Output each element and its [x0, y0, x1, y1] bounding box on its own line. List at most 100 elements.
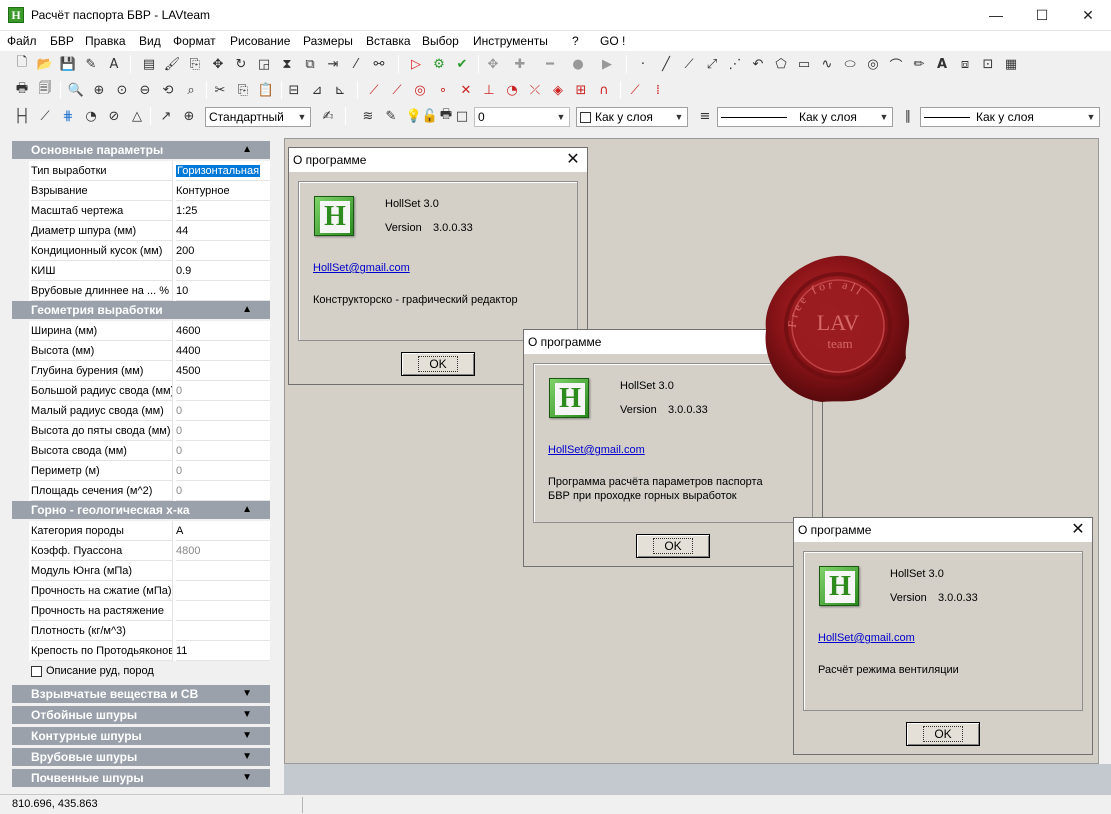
- linetype-select[interactable]: Как у слоя ▼: [717, 107, 893, 127]
- trim-icon[interactable]: ⇥: [323, 54, 343, 74]
- prop-row[interactable]: Прочность на сжатие (мПа): [12, 581, 270, 601]
- multiline-icon[interactable]: ⋰: [725, 54, 745, 74]
- snap-nearest-icon[interactable]: ⤫: [525, 80, 545, 100]
- prop-value[interactable]: 1:25: [176, 201, 270, 221]
- prop-row[interactable]: Кондиционный кусок (мм) 200: [12, 241, 270, 261]
- ellipse-icon[interactable]: ⬭: [840, 54, 860, 74]
- prop-row[interactable]: Крепость по Протодьяконову 11: [12, 641, 270, 661]
- layer-color-square-icon[interactable]: □: [452, 106, 472, 126]
- print-icon[interactable]: 🖶: [12, 80, 32, 100]
- snap-perpendicular-icon[interactable]: ⊥: [479, 80, 499, 100]
- zoom-realtime-icon[interactable]: 🔍: [66, 80, 86, 100]
- menu-go[interactable]: GO !: [600, 34, 625, 48]
- zoom-extents-icon[interactable]: ⌕: [181, 80, 201, 100]
- insert-block-icon[interactable]: ⊡: [978, 54, 998, 74]
- prop-value[interactable]: 44: [176, 221, 270, 241]
- color-select[interactable]: Как у слоя ▼: [576, 107, 688, 127]
- prop-value[interactable]: 4800: [176, 541, 270, 561]
- dim-radius-icon[interactable]: ◔: [81, 106, 101, 126]
- print-preview-icon[interactable]: 🗐: [35, 80, 55, 100]
- menu-select[interactable]: Выбор: [422, 34, 459, 48]
- menu-file[interactable]: Файл: [7, 34, 37, 48]
- email-link[interactable]: HollSet@gmail.com: [818, 630, 915, 646]
- ok-button[interactable]: OK: [636, 534, 710, 558]
- prop-value[interactable]: Контурное: [176, 181, 270, 201]
- join-icon[interactable]: ⚯: [369, 54, 389, 74]
- menu-dimensions[interactable]: Размеры: [303, 34, 353, 48]
- save-as-icon[interactable]: ✎: [81, 54, 101, 74]
- grid-dots-icon[interactable]: ⁞: [648, 80, 668, 100]
- record-icon[interactable]: ●: [568, 54, 588, 74]
- layer-state-icon[interactable]: ⊾: [330, 80, 350, 100]
- zoom-in-icon[interactable]: ⊕: [89, 80, 109, 100]
- zoom-out-icon[interactable]: ⊖: [135, 80, 155, 100]
- prop-row[interactable]: Врубовые длиннее на ... % 10: [12, 281, 270, 301]
- prop-row[interactable]: Глубина бурения (мм) 4500: [12, 361, 270, 381]
- spline-icon[interactable]: ∿: [817, 54, 837, 74]
- menu-insert[interactable]: Вставка: [366, 34, 411, 48]
- minimize-button[interactable]: —: [973, 0, 1019, 30]
- save-icon[interactable]: 💾: [58, 54, 78, 74]
- break-icon[interactable]: ⁄: [346, 54, 366, 74]
- ore-description-checkbox[interactable]: Описание руд, пород: [31, 664, 154, 678]
- prop-value[interactable]: 0.9: [176, 261, 270, 281]
- magnet-icon[interactable]: ∩: [594, 80, 614, 100]
- prop-row[interactable]: Модуль Юнга (мПа): [12, 561, 270, 581]
- check-circle-icon[interactable]: ✔: [452, 54, 472, 74]
- prop-row[interactable]: Категория породы А: [12, 521, 270, 541]
- copy-icon[interactable]: ⎘: [233, 80, 253, 100]
- snap-center-icon[interactable]: ◎: [410, 80, 430, 100]
- menu-draw[interactable]: Рисование: [230, 34, 290, 48]
- section-header-floor-holes[interactable]: Почвенные шпуры ▼: [12, 769, 270, 787]
- ok-button[interactable]: OK: [906, 722, 980, 746]
- center-mark-icon[interactable]: ⊕: [179, 106, 199, 126]
- layer-edit-icon[interactable]: ✎: [381, 106, 401, 126]
- close-button[interactable]: ✕: [1065, 0, 1111, 30]
- snap-from-icon[interactable]: ⟋: [625, 80, 645, 100]
- snap-node-icon[interactable]: ∘: [433, 80, 453, 100]
- line-icon[interactable]: ╱: [656, 54, 676, 74]
- snap-endpoint-icon[interactable]: ⟋: [364, 80, 384, 100]
- dim-diameter-icon[interactable]: ⊘: [104, 106, 124, 126]
- menu-view[interactable]: Вид: [139, 34, 161, 48]
- settings-gear-icon[interactable]: ⚙: [429, 54, 449, 74]
- prop-value[interactable]: [176, 561, 270, 581]
- section-header-explosives[interactable]: Взрывчатые вещества и СВ ▼: [12, 685, 270, 703]
- dim-aligned-icon[interactable]: ⟋: [35, 106, 55, 126]
- cut-icon[interactable]: ✂: [210, 80, 230, 100]
- checkbox-box[interactable]: [31, 665, 42, 677]
- prop-row[interactable]: Прочность на растяжение: [12, 601, 270, 621]
- ray-icon[interactable]: ⤢: [702, 54, 722, 74]
- lineweight-icon[interactable]: ∥: [898, 106, 918, 126]
- email-link[interactable]: HollSet@gmail.com: [313, 260, 410, 276]
- prop-row[interactable]: Коэфф. Пуассона 4800: [12, 541, 270, 561]
- section-header-geology[interactable]: Горно - геологическая х-ка ▲: [12, 501, 270, 519]
- arc-icon[interactable]: ↶: [748, 54, 768, 74]
- brush-icon[interactable]: 🖌: [162, 54, 182, 74]
- zoom-window-icon[interactable]: ⊙: [112, 80, 132, 100]
- rectangle-icon[interactable]: ▭: [794, 54, 814, 74]
- text-style-select[interactable]: Стандартный ▼: [205, 107, 311, 127]
- section-header-main[interactable]: Основные параметры ▲: [12, 141, 270, 159]
- dim-linear-icon[interactable]: ├┤: [12, 106, 32, 126]
- copy-format-icon[interactable]: ⎘: [185, 54, 205, 74]
- layer-prev-icon[interactable]: ⊿: [307, 80, 327, 100]
- prop-value[interactable]: 200: [176, 241, 270, 261]
- section-header-breaking-holes[interactable]: Отбойные шпуры ▼: [12, 706, 270, 724]
- menu-format[interactable]: Формат: [173, 34, 216, 48]
- prop-row[interactable]: КИШ 0.9: [12, 261, 270, 281]
- hatch-icon[interactable]: ▦: [1001, 54, 1021, 74]
- close-icon[interactable]: ✕: [1066, 518, 1090, 542]
- layer-icon[interactable]: ⊟: [284, 80, 304, 100]
- properties-icon[interactable]: ▤: [139, 54, 159, 74]
- section-header-cut-holes[interactable]: Врубовые шпуры ▼: [12, 748, 270, 766]
- prop-value[interactable]: 11: [176, 641, 270, 661]
- zoom-previous-icon[interactable]: ⟲: [158, 80, 178, 100]
- block-icon[interactable]: ⧈: [955, 54, 975, 74]
- prop-value[interactable]: А: [176, 521, 270, 541]
- prop-row[interactable]: Малый радиус свода (мм) 0: [12, 401, 270, 421]
- move-icon[interactable]: ✥: [208, 54, 228, 74]
- circle-icon[interactable]: ◎: [863, 54, 883, 74]
- lineweight-select[interactable]: Как у слоя ▼: [920, 107, 1100, 127]
- prop-row[interactable]: Большой радиус свода (мм) 0: [12, 381, 270, 401]
